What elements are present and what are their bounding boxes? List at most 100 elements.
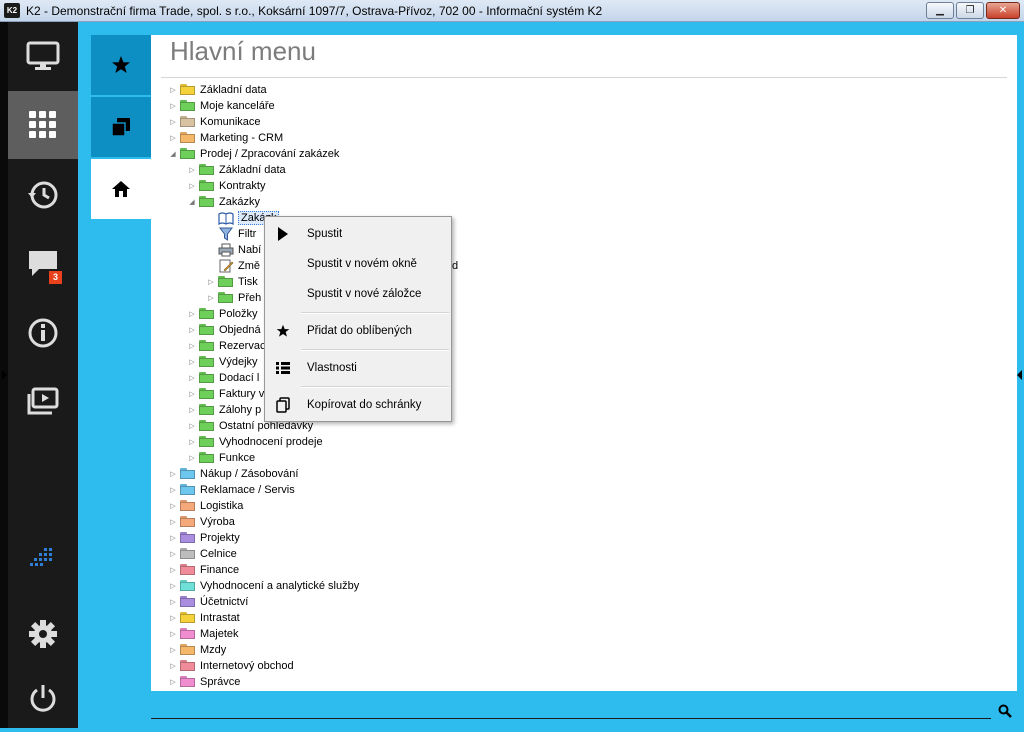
expand-arrow-icon[interactable]: ▷ (187, 406, 197, 414)
expand-arrow-icon[interactable]: ▷ (168, 630, 178, 638)
tree-item-label: Zakázky (219, 196, 260, 208)
tree-item[interactable]: ▷ Objedná (187, 322, 261, 338)
tree-item[interactable]: Filtr (206, 226, 256, 242)
tree-item[interactable]: ▷ Faktury v (187, 386, 264, 402)
expand-arrow-icon[interactable]: ▷ (168, 502, 178, 510)
expand-arrow-icon[interactable]: ▷ (168, 102, 178, 110)
rail-info-button[interactable] (8, 299, 78, 367)
folder-icon (180, 116, 196, 128)
expand-arrow-icon[interactable]: ▷ (168, 598, 178, 606)
tree-item[interactable]: ▷ Mzdy (168, 642, 226, 658)
tree-item-label: Změ (238, 260, 260, 272)
expand-arrow-icon[interactable]: ▷ (168, 470, 178, 478)
expand-arrow-icon[interactable]: ▷ (168, 486, 178, 494)
expand-arrow-icon[interactable]: ▷ (168, 534, 178, 542)
expand-arrow-icon[interactable]: ▷ (168, 86, 178, 94)
expand-arrow-icon[interactable]: ▷ (206, 278, 216, 286)
expand-left-arrow-icon[interactable] (2, 370, 7, 380)
tree-item[interactable]: ▷ Položky (187, 306, 258, 322)
collapse-arrow-icon[interactable]: ◢ (187, 198, 197, 206)
expand-arrow-icon[interactable]: ▷ (187, 422, 197, 430)
ctx-run-new-window[interactable]: Spustit v novém okně (265, 251, 451, 277)
tree-item[interactable]: ▷ Základní data (168, 82, 267, 98)
rail-main-menu-button[interactable] (8, 91, 78, 159)
expand-arrow-icon[interactable]: ▷ (168, 646, 178, 654)
favorites-tab[interactable] (91, 35, 151, 95)
tree-item[interactable]: ▷ Vyhodnocení a analytické služby (168, 578, 359, 594)
tree-item[interactable]: ▷ Dodací l (187, 370, 259, 386)
tree-item[interactable]: ▷ Reklamace / Servis (168, 482, 295, 498)
expand-arrow-icon[interactable]: ▷ (187, 166, 197, 174)
expand-arrow-icon[interactable]: ▷ (168, 566, 178, 574)
expand-right-arrow-icon[interactable] (1017, 370, 1022, 380)
tree-item[interactable]: ▷ Funkce (187, 450, 255, 466)
tree-item[interactable]: ▷ Správce (168, 674, 240, 690)
expand-arrow-icon[interactable]: ▷ (168, 518, 178, 526)
rail-messages-button[interactable]: 3 (8, 230, 78, 298)
rail-power-button[interactable] (8, 664, 78, 732)
tree-item[interactable]: ▷ Nákup / Zásobování (168, 466, 298, 482)
expand-arrow-icon[interactable]: ▷ (168, 134, 178, 142)
expand-arrow-icon[interactable]: ▷ (187, 358, 197, 366)
tree-item[interactable]: ▷ Finance (168, 562, 239, 578)
expand-arrow-icon[interactable]: ▷ (168, 582, 178, 590)
tree-item[interactable]: ▷ Moje kanceláře (168, 98, 275, 114)
tree-item[interactable]: Nabí (206, 242, 261, 258)
folder-icon (180, 612, 196, 624)
expand-arrow-icon[interactable]: ▷ (187, 182, 197, 190)
expand-arrow-icon[interactable]: ▷ (187, 310, 197, 318)
expand-arrow-icon[interactable]: ▷ (168, 118, 178, 126)
tree-item[interactable]: ◢ Prodej / Zpracování zakázek (168, 146, 339, 162)
tree-item[interactable]: ▷ Základní data (187, 162, 286, 178)
tree-item[interactable]: ▷ Celnice (168, 546, 237, 562)
tree-item[interactable]: ▷ Komunikace (168, 114, 261, 130)
window-titlebar: K2 K2 - Demonstrační firma Trade, spol. … (0, 0, 1024, 22)
ctx-run-new-tab[interactable]: Spustit v nové záložce (265, 281, 451, 307)
ctx-copy-clipboard[interactable]: Kopírovat do schránky (265, 392, 451, 418)
expand-arrow-icon[interactable]: ▷ (168, 550, 178, 558)
tree-item[interactable]: ▷ Internetový obchod (168, 658, 294, 674)
ctx-run[interactable]: Spustit (265, 221, 451, 247)
tree-item[interactable]: ▷ Intrastat (168, 610, 240, 626)
ctx-properties[interactable]: Vlastnosti (265, 355, 451, 381)
expand-arrow-icon[interactable]: ▷ (206, 294, 216, 302)
search-icon[interactable] (998, 704, 1012, 718)
home-tab[interactable] (91, 159, 151, 219)
expand-arrow-icon[interactable]: ▷ (187, 326, 197, 334)
tree-item[interactable]: Změ (206, 258, 260, 274)
tree-item[interactable]: ▷ Zálohy p (187, 402, 261, 418)
tree-item[interactable]: ◢ Zakázky (187, 194, 260, 210)
tree-item[interactable]: ▷ Přeh (206, 290, 261, 306)
tree-item[interactable]: ▷ Účetnictví (168, 594, 248, 610)
tree-item[interactable]: ▷ Kontrakty (187, 178, 265, 194)
expand-arrow-icon[interactable]: ▷ (187, 374, 197, 382)
tree-item[interactable]: ▷ Výroba (168, 514, 235, 530)
tree-item[interactable]: ▷ Rezervac (187, 338, 265, 354)
expand-arrow-icon[interactable]: ▷ (187, 390, 197, 398)
tree-item[interactable]: ▷ Projekty (168, 530, 240, 546)
collapse-arrow-icon[interactable]: ◢ (168, 150, 178, 158)
minimize-button[interactable]: ▁ (926, 2, 954, 19)
expand-arrow-icon[interactable]: ▷ (168, 678, 178, 686)
expand-arrow-icon[interactable]: ▷ (187, 342, 197, 350)
rail-settings-button[interactable] (8, 600, 78, 668)
close-button[interactable]: ✕ (986, 2, 1020, 19)
tree-item[interactable]: ▷ Tisk (206, 274, 258, 290)
search-bar-line[interactable] (151, 718, 991, 719)
tree-item[interactable]: ▷ Vyhodnocení prodeje (187, 434, 323, 450)
expand-arrow-icon[interactable]: ▷ (168, 614, 178, 622)
tree-item[interactable]: ▷ Marketing - CRM (168, 130, 283, 146)
tree-item[interactable]: ▷ Majetek (168, 626, 239, 642)
maximize-button[interactable]: ❐ (956, 2, 984, 19)
rail-desktop-button[interactable] (8, 22, 78, 90)
expand-arrow-icon[interactable]: ▷ (187, 454, 197, 462)
ctx-add-favorites[interactable]: Přidat do oblíbených (265, 318, 451, 344)
windows-tab[interactable] (91, 97, 151, 157)
edit-item-icon (218, 259, 234, 273)
expand-arrow-icon[interactable]: ▷ (187, 438, 197, 446)
rail-media-button[interactable] (8, 368, 78, 436)
tree-item[interactable]: ▷ Logistika (168, 498, 243, 514)
expand-arrow-icon[interactable]: ▷ (168, 662, 178, 670)
rail-history-button[interactable] (8, 161, 78, 229)
tree-item[interactable]: ▷ Výdejky (187, 354, 258, 370)
